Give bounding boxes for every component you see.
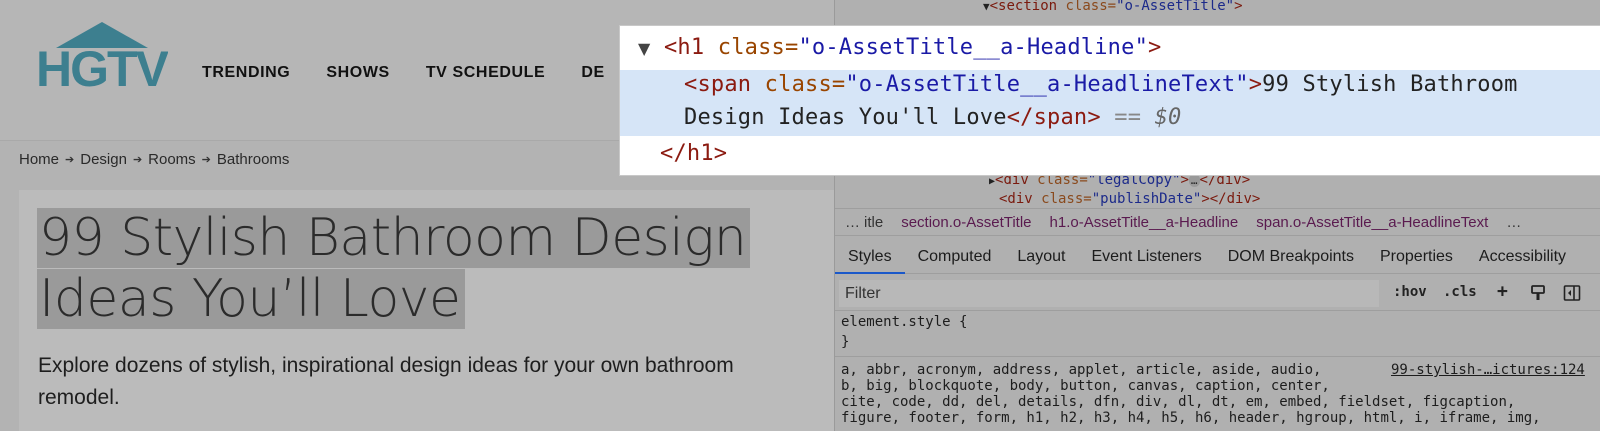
tab-properties[interactable]: Properties [1367, 240, 1466, 274]
collapsed-ellipsis-badge[interactable]: … [1188, 174, 1200, 187]
magnified-dom-callout: ▼ <h1 class="o-AssetTitle__a-Headline"> … [620, 26, 1600, 175]
dom-node-span-line-2[interactable]: Design Ideas You'll Love</span> == $0 [684, 105, 1181, 130]
hgtv-logo[interactable]: HGTV [36, 22, 168, 92]
breadcrumb-h1[interactable]: h1.o-AssetTitle__a-Headline [1050, 214, 1239, 231]
article-dek: Explore dozens of stylish, inspirational… [38, 354, 734, 409]
css-selector-line-1: a, abbr, acronym, address, applet, artic… [841, 362, 1322, 378]
new-style-rule-button[interactable]: + [1497, 281, 1508, 302]
breadcrumb-section[interactable]: section.o-AssetTitle [901, 214, 1031, 231]
nav-item-trending[interactable]: TRENDING [202, 64, 290, 88]
hov-toggle-button[interactable]: :hov [1393, 284, 1427, 300]
tab-layout[interactable]: Layout [1004, 240, 1078, 274]
css-source-link[interactable]: 99-stylish-…ictures:124 [1391, 362, 1585, 378]
breadcrumb-rooms[interactable]: Rooms [148, 151, 196, 168]
headline-line-1: 99 Stylish Bathroom Design [37, 208, 751, 268]
breadcrumb: Home ➔ Design ➔ Rooms ➔ Bathrooms [19, 151, 289, 168]
styles-filter-row: :hov .cls + [835, 277, 1600, 311]
styles-tab-bar: Styles Computed Layout Event Listeners D… [835, 240, 1600, 274]
breadcrumb-bathrooms[interactable]: Bathrooms [217, 151, 290, 168]
css-selector-line-2: b, big, blockquote, body, button, canvas… [841, 378, 1330, 394]
breadcrumb-overflow-left[interactable]: … [845, 214, 860, 231]
breadcrumb-overflow-right[interactable]: … [1506, 214, 1521, 231]
breadcrumb-design[interactable]: Design [80, 151, 127, 168]
styles-filter-input[interactable] [839, 280, 1379, 307]
dom-node-publish-date[interactable]: <div class="publishDate"></div> [999, 191, 1260, 207]
element-style-close: } [841, 334, 850, 350]
triangle-down-icon[interactable]: ▼ [638, 39, 651, 58]
toggle-sidebar-icon[interactable] [1563, 284, 1581, 302]
dom-node-section[interactable]: ▼<section class="o-AssetTitle"> [983, 0, 1243, 14]
triangle-down-icon[interactable]: ▼ [983, 0, 990, 13]
tab-dom-breakpoints[interactable]: DOM Breakpoints [1215, 240, 1367, 274]
tab-computed[interactable]: Computed [905, 240, 1005, 274]
tab-styles[interactable]: Styles [835, 240, 905, 274]
console-ref-marker: $0 [1154, 105, 1182, 130]
page-headline: 99 Stylish Bathroom Design Ideas You’ll … [37, 208, 797, 330]
arrow-right-icon: ➔ [201, 154, 211, 166]
breadcrumb-home[interactable]: Home [19, 151, 59, 168]
cls-toggle-button[interactable]: .cls [1443, 284, 1477, 300]
breadcrumb-span[interactable]: span.o-AssetTitle__a-HeadlineText [1256, 214, 1488, 231]
arrow-right-icon: ➔ [132, 154, 143, 166]
svg-text:HGTV: HGTV [36, 41, 168, 92]
dom-node-h1-close[interactable]: </h1> [660, 141, 727, 166]
tab-event-listeners[interactable]: Event Listeners [1078, 240, 1214, 274]
breadcrumb-truncated[interactable]: itle [864, 214, 883, 231]
dom-node-span-line-1[interactable]: <span class="o-AssetTitle__a-HeadlineTex… [684, 72, 1518, 97]
rule-divider [835, 356, 1600, 357]
css-selector-line-4: figure, footer, form, h1, h2, h3, h4, h5… [841, 410, 1541, 426]
element-breadcrumb-bar: … itle section.o-AssetTitle h1.o-AssetTi… [835, 208, 1600, 236]
element-style-open[interactable]: element.style { [841, 314, 967, 330]
main-nav: TRENDING SHOWS TV SCHEDULE DE [202, 64, 641, 88]
arrow-right-icon: ➔ [65, 154, 75, 166]
nav-item-tv-schedule[interactable]: TV SCHEDULE [426, 64, 546, 88]
nav-item-design[interactable]: DE [581, 64, 604, 88]
css-selector-line-3: cite, code, dd, del, details, dfn, div, … [841, 394, 1516, 410]
paint-brush-icon[interactable] [1529, 284, 1547, 302]
dom-node-h1[interactable]: ▼ <h1 class="o-AssetTitle__a-Headline"> [638, 35, 1161, 60]
tab-accessibility[interactable]: Accessibility [1466, 240, 1579, 274]
nav-item-shows[interactable]: SHOWS [326, 64, 389, 88]
headline-line-2: Ideas You’ll Love [37, 269, 465, 329]
